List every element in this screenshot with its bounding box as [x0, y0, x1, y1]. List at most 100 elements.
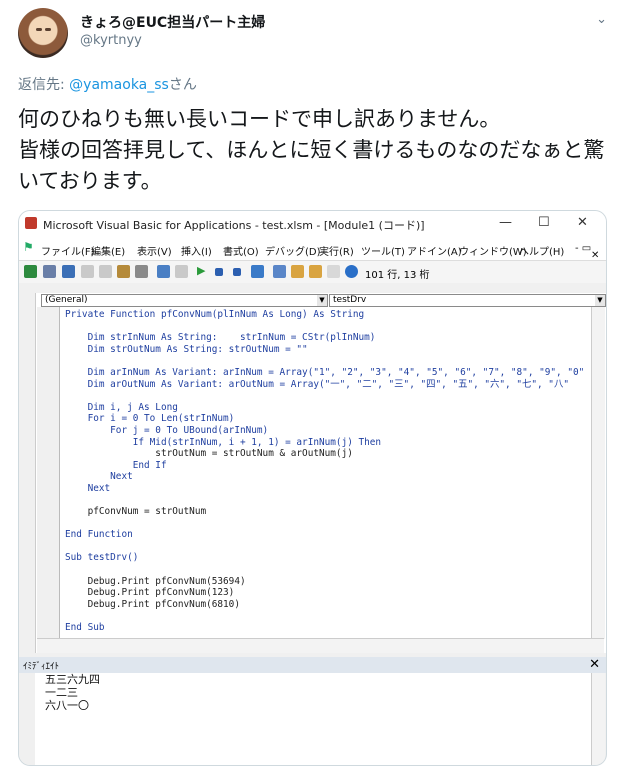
immediate-line: 六八一〇: [45, 699, 89, 712]
menu-debug[interactable]: デバッグ(D): [265, 243, 321, 258]
vba-app-icon: [25, 217, 37, 229]
reply-to-line: 返信先: @yamaoka_ssさん: [18, 74, 197, 94]
tweet-header: きょろ@EUC担当パート主婦 @kyrtnyy ⌄: [18, 8, 607, 60]
code-line: For j = 0 To UBound(arInNum): [65, 424, 269, 436]
code-line: Dim arOutNum As Variant: arOutNum = Arra…: [65, 378, 569, 390]
code-line: Debug.Print pfConvNum(123): [65, 587, 235, 599]
code-vertical-scrollbar[interactable]: [591, 307, 605, 639]
cut-icon[interactable]: [81, 265, 94, 278]
help-icon[interactable]: [345, 265, 358, 278]
display-name[interactable]: きょろ@EUC担当パート主婦: [80, 12, 265, 32]
immediate-title: ｲﾐﾃﾞｨｴｲﾄ: [23, 662, 60, 672]
object-combo[interactable]: (General) ▼: [41, 294, 328, 307]
code-line: Debug.Print pfConvNum(6810): [65, 598, 240, 610]
object-browser-icon[interactable]: [309, 265, 322, 278]
menu-addins[interactable]: アドイン(A): [407, 243, 462, 258]
procedure-combo-value: testDrv: [333, 295, 367, 305]
project-pane-edge: [19, 293, 36, 653]
code-line: End If: [65, 459, 167, 471]
properties-icon[interactable]: [291, 265, 304, 278]
reply-suffix: さん: [168, 77, 197, 93]
stop-icon[interactable]: [233, 268, 241, 276]
run-icon[interactable]: ▶: [197, 264, 210, 277]
paste-icon[interactable]: [117, 265, 130, 278]
procedure-combo[interactable]: testDrv ▼: [329, 294, 606, 307]
vba-titlebar: Microsoft Visual Basic for Applications …: [19, 211, 606, 236]
code-line: Next: [65, 482, 111, 494]
project-explorer-icon[interactable]: [273, 265, 286, 278]
menu-window[interactable]: ウィンドウ(W): [459, 243, 527, 258]
redo-icon[interactable]: [175, 265, 188, 278]
undo-icon[interactable]: [157, 265, 170, 278]
close-icon[interactable]: ✕: [577, 215, 588, 230]
margin-indicator-bar[interactable]: [37, 307, 60, 639]
cursor-position: 101 行, 13 桁: [365, 270, 430, 281]
maximize-icon[interactable]: ☐: [538, 215, 550, 230]
standard-toolbar: ▶ 101 行, 13 桁: [19, 260, 606, 283]
insert-userform-icon[interactable]: [43, 265, 56, 278]
chevron-down-icon[interactable]: ▼: [317, 295, 327, 306]
save-icon[interactable]: [62, 265, 75, 278]
menu-file[interactable]: ファイル(F): [41, 243, 95, 258]
immediate-window-titlebar: ｲﾐﾃﾞｨｴｲﾄ ✕: [19, 657, 606, 673]
avatar[interactable]: [18, 8, 68, 58]
excel-icon[interactable]: [24, 265, 37, 278]
menu-edit[interactable]: 編集(E): [91, 243, 125, 258]
user-handle[interactable]: @kyrtnyy: [80, 33, 142, 48]
code-line: Dim strOutNum As String: strOutNum = "": [65, 343, 308, 355]
code-line: If Mid(strInNum, i + 1, 1) = arInNum(j) …: [65, 436, 382, 448]
restore-icon[interactable]: - ▭: [575, 243, 591, 254]
close-icon[interactable]: ✕: [589, 657, 600, 672]
code-line: Debug.Print pfConvNum(53694): [65, 575, 246, 587]
code-line: Private Function pfConvNum(plInNum As Lo…: [65, 309, 365, 320]
tweet-text: 何のひねりも無い長いコードで申し訳ありません。 皆様の回答拝見して、ほんとに短く…: [18, 107, 605, 193]
find-icon[interactable]: [135, 265, 148, 278]
vba-menu-icon[interactable]: ⚑: [23, 240, 34, 254]
code-line: End Sub: [65, 622, 105, 634]
menu-insert[interactable]: 挿入(I): [181, 243, 212, 258]
code-line: Next: [65, 471, 133, 483]
menu-tools[interactable]: ツール(T): [361, 243, 405, 258]
design-mode-icon[interactable]: [251, 265, 264, 278]
reply-prefix: 返信先:: [18, 77, 70, 93]
code-line: strOutNum = strOutNum & arOutNum(j): [65, 448, 353, 460]
copy-icon[interactable]: [99, 265, 112, 278]
code-line: Sub testDrv(): [65, 552, 139, 564]
immediate-left-strip: [19, 673, 36, 765]
immediate-window[interactable]: 五三六九四 一二三 六八一〇: [35, 673, 591, 765]
code-line: Dim arInNum As Variant: arInNum = Array(…: [65, 366, 585, 378]
menu-view[interactable]: 表示(V): [137, 243, 172, 258]
window-title: Microsoft Visual Basic for Applications …: [43, 219, 425, 232]
code-line: End Function: [65, 529, 133, 541]
immediate-line: 一二三: [45, 686, 78, 699]
code-combos: (General) ▼ testDrv ▼: [37, 293, 606, 307]
immediate-vertical-scrollbar[interactable]: [591, 673, 605, 765]
code-window: (General) ▼ testDrv ▼ Private Function pfC…: [19, 293, 606, 653]
minimize-icon[interactable]: —: [499, 215, 512, 230]
code-line: pfConvNum = strOutNum: [65, 506, 207, 518]
reply-to-link[interactable]: @yamaoka_ss: [69, 77, 169, 93]
menu-run[interactable]: 実行(R): [319, 243, 354, 258]
code-horizontal-scrollbar[interactable]: [37, 638, 604, 653]
pause-icon[interactable]: [215, 268, 223, 276]
chevron-down-icon[interactable]: ⌄: [596, 12, 607, 27]
immediate-line: 五三六九四: [45, 673, 100, 686]
tweet-image[interactable]: Microsoft Visual Basic for Applications …: [18, 210, 607, 766]
code-line: Dim i, j As Long: [65, 401, 178, 413]
object-combo-value: (General): [45, 295, 88, 305]
menu-help[interactable]: ヘルプ(H): [519, 243, 564, 258]
code-line: Dim strInNum As String: strInNum = CStr(…: [65, 332, 376, 344]
menu-format[interactable]: 書式(O): [223, 243, 259, 258]
code-editor[interactable]: Private Function pfConvNum(plInNum As Lo…: [65, 309, 585, 639]
code-line: For i = 0 To Len(strInNum): [65, 413, 235, 425]
chevron-down-icon[interactable]: ▼: [595, 295, 605, 306]
toolbox-icon[interactable]: [327, 265, 340, 278]
